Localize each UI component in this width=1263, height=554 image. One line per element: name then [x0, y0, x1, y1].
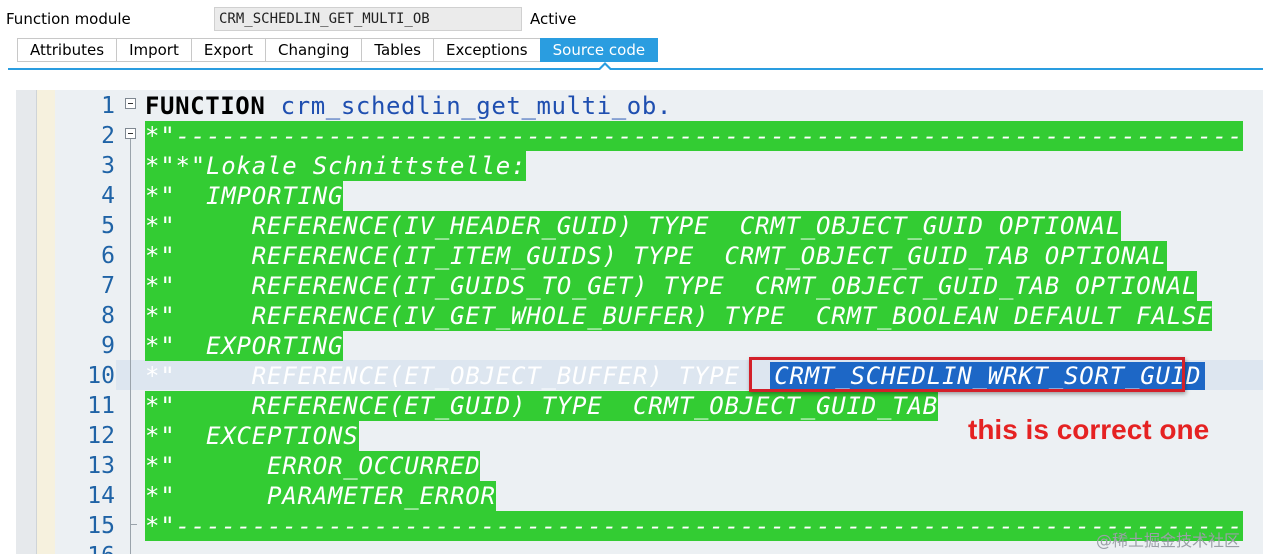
- fold-end-tick: [130, 524, 137, 525]
- line-number: 15: [87, 513, 115, 539]
- code-line-11: *" REFERENCE(ET_GUID) TYPE CRMT_OBJECT_G…: [145, 391, 938, 421]
- line-number: 8: [101, 303, 115, 329]
- tab-changing[interactable]: Changing: [264, 38, 362, 62]
- tab-strip: Attributes Import Export Changing Tables…: [17, 38, 659, 62]
- code-line-1: FUNCTION crm_schedlin_get_multi_ob.: [145, 91, 672, 121]
- editor-left-edge: [16, 90, 37, 554]
- tab-source-code[interactable]: Source code: [539, 38, 659, 62]
- collapse-icon[interactable]: [125, 98, 136, 109]
- highlight-box: [749, 357, 1185, 392]
- tab-import[interactable]: Import: [116, 38, 191, 62]
- line-number: 7: [101, 273, 115, 299]
- code-line-8: *" REFERENCE(IV_GET_WHOLE_BUFFER) TYPE C…: [145, 301, 1213, 331]
- line-number: 1: [101, 93, 115, 119]
- watermark: @稀土掘金技术社区: [1096, 531, 1241, 550]
- code-line-5: *" REFERENCE(IV_HEADER_GUID) TYPE CRMT_O…: [145, 211, 1121, 241]
- line-number: 9: [101, 333, 115, 359]
- line-number: 16: [55, 541, 115, 554]
- tab-attributes[interactable]: Attributes: [17, 38, 117, 62]
- line-number-gutter: 1 2 3 4 5 6 7 8 9 10 11 12 13 14 15 16: [55, 90, 115, 554]
- code-line-10-prefix: *" REFERENCE(ET_OBJECT_BUFFER) TYPE: [145, 362, 771, 390]
- line-number: 14: [87, 483, 115, 509]
- editor-marker-gutter: [37, 90, 55, 554]
- tab-export[interactable]: Export: [190, 38, 265, 62]
- tab-exceptions[interactable]: Exceptions: [432, 38, 540, 62]
- code-line-12: *" EXCEPTIONS: [145, 421, 359, 451]
- active-tab-pointer-inner: [600, 65, 610, 70]
- code-line-6: *" REFERENCE(IT_ITEM_GUIDS) TYPE CRMT_OB…: [145, 241, 1167, 271]
- tab-underline: [8, 68, 1263, 70]
- line-number: 13: [87, 453, 115, 479]
- line-number: 10: [87, 363, 115, 389]
- line-number: 6: [101, 243, 115, 269]
- code-line-3: *"*"Lokale Schnittstelle:: [145, 151, 527, 181]
- function-module-name-field[interactable]: CRM_SCHEDLIN_GET_MULTI_OB: [214, 7, 522, 31]
- code-line-2: *"--------------------------------------…: [145, 121, 1243, 151]
- line-number: 3: [101, 153, 115, 179]
- keyword-function: FUNCTION: [145, 92, 266, 120]
- code-line-13: *" ERROR_OCCURRED: [145, 451, 481, 481]
- code-line-9: *" EXPORTING: [145, 331, 344, 361]
- line-number: 2: [101, 123, 115, 149]
- code-line-15: *"--------------------------------------…: [145, 511, 1243, 541]
- code-line-14: *" PARAMETER_ERROR: [145, 481, 496, 511]
- line-number: 11: [87, 393, 115, 419]
- tab-tables[interactable]: Tables: [361, 38, 433, 62]
- code-line-4: *" IMPORTING: [145, 181, 344, 211]
- line-number: 5: [101, 213, 115, 239]
- status-label: Active: [530, 10, 577, 28]
- function-module-label: Function module: [6, 10, 131, 28]
- collapse-icon[interactable]: [125, 128, 136, 139]
- code-line-7: *" REFERENCE(IT_GUIDS_TO_GET) TYPE CRMT_…: [145, 271, 1198, 301]
- annotation-text: this is correct one: [968, 414, 1210, 445]
- function-name: crm_schedlin_get_multi_ob.: [280, 92, 672, 120]
- line-number: 4: [101, 183, 115, 209]
- line-number: 12: [87, 423, 115, 449]
- source-code-editor[interactable]: 1 2 3 4 5 6 7 8 9 10 11 12 13 14 15 16 F…: [16, 90, 1263, 554]
- fold-guide-line: [130, 138, 131, 554]
